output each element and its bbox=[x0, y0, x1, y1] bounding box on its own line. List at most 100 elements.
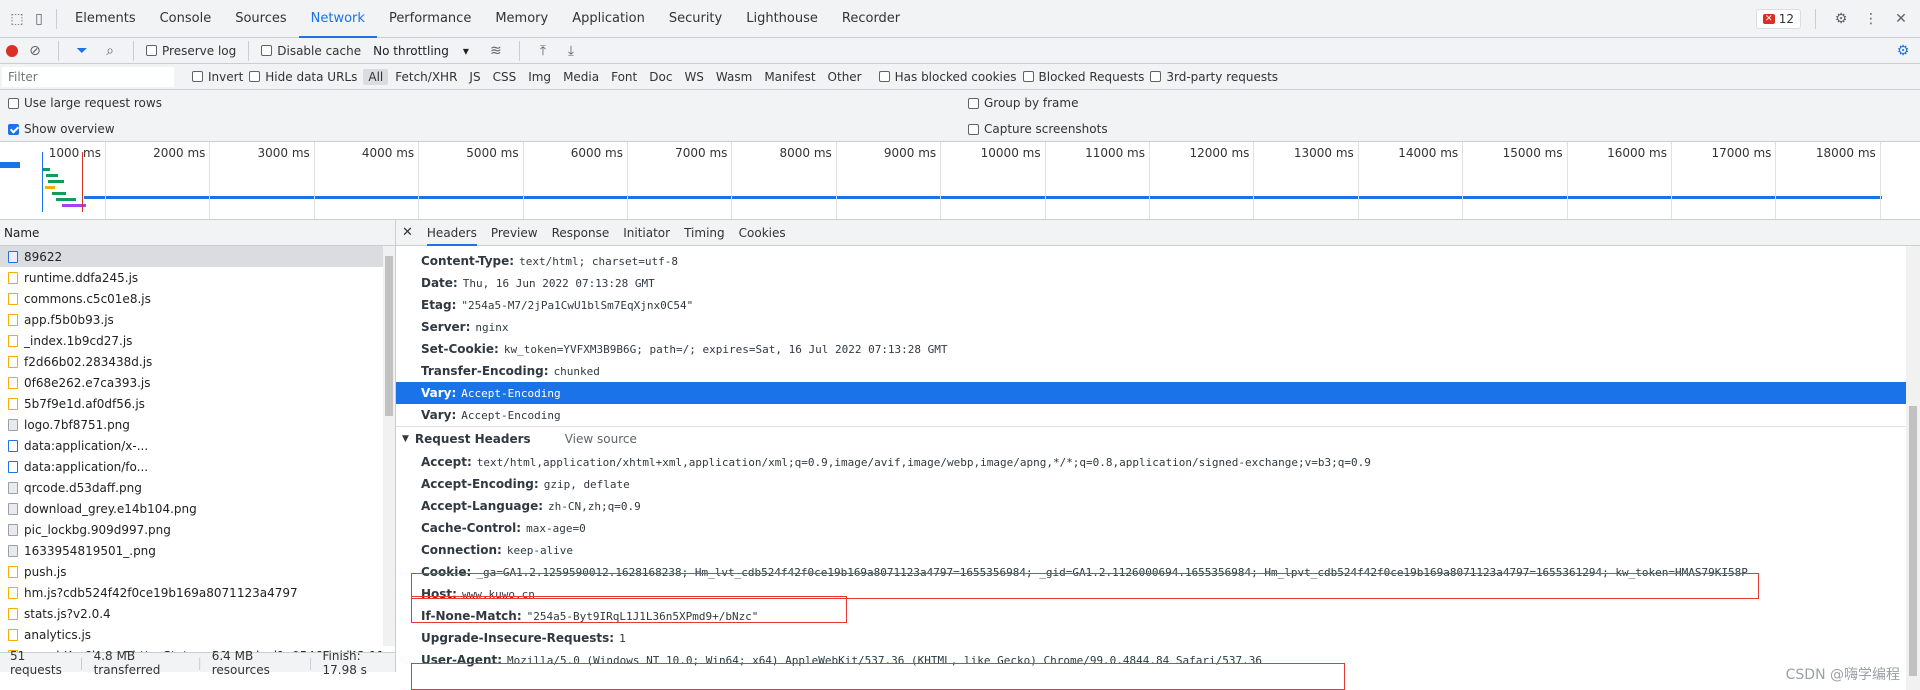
preserve-log-checkbox[interactable]: Preserve log bbox=[146, 44, 236, 58]
filter-input[interactable] bbox=[2, 66, 174, 87]
request-row[interactable]: runtime.ddfa245.js bbox=[0, 267, 395, 288]
request-row[interactable]: app.f5b0b93.js bbox=[0, 309, 395, 330]
type-filter-doc[interactable]: Doc bbox=[644, 69, 677, 85]
tab-preview[interactable]: Preview bbox=[491, 226, 538, 240]
request-headers-section[interactable]: ▼ Request Headers View source bbox=[396, 426, 1920, 451]
tab-performance[interactable]: Performance bbox=[377, 0, 483, 38]
export-har-icon[interactable]: ⤓ bbox=[560, 40, 582, 62]
request-row[interactable]: _index.1b9cd27.js bbox=[0, 330, 395, 351]
request-row[interactable]: push.js bbox=[0, 561, 395, 582]
inspect-element-icon[interactable]: ⬚ bbox=[6, 8, 28, 30]
request-row[interactable]: 0f68e262.e7ca393.js bbox=[0, 372, 395, 393]
header-row[interactable]: Server: nginx bbox=[396, 316, 1920, 338]
filter-icon[interactable]: ⏷ bbox=[71, 40, 93, 62]
view-source-link[interactable]: View source bbox=[565, 432, 637, 446]
header-row[interactable]: Connection: keep-alive bbox=[396, 539, 1920, 561]
header-row[interactable]: If-None-Match: "254a5-Byt9IRqL1J1L36n5XPm… bbox=[396, 605, 1920, 627]
header-row[interactable]: Vary: Accept-Encoding bbox=[396, 382, 1920, 404]
header-row[interactable]: Vary: Accept-Encoding bbox=[396, 404, 1920, 426]
type-filter-manifest[interactable]: Manifest bbox=[759, 69, 820, 85]
throttling-select[interactable]: No throttling ▾ bbox=[373, 44, 469, 58]
request-row[interactable]: logo.7bf8751.png bbox=[0, 414, 395, 435]
record-icon[interactable] bbox=[6, 44, 18, 57]
search-icon[interactable]: ⌕ bbox=[99, 40, 121, 62]
tab-lighthouse[interactable]: Lighthouse bbox=[734, 0, 830, 38]
tab-timing[interactable]: Timing bbox=[684, 226, 725, 240]
header-row[interactable]: Upgrade-Insecure-Requests: 1 bbox=[396, 627, 1920, 649]
header-row[interactable]: User-Agent: Mozilla/5.0 (Windows NT 10.0;… bbox=[396, 649, 1920, 671]
type-filter-css[interactable]: CSS bbox=[488, 69, 522, 85]
header-row[interactable]: Accept-Language: zh-CN,zh;q=0.9 bbox=[396, 495, 1920, 517]
capture-screenshots-checkbox[interactable]: Capture screenshots bbox=[968, 122, 1108, 136]
tab-sources[interactable]: Sources bbox=[223, 0, 298, 38]
tab-initiator[interactable]: Initiator bbox=[623, 226, 670, 240]
type-filter-ws[interactable]: WS bbox=[679, 69, 708, 85]
header-row[interactable]: Accept-Encoding: gzip, deflate bbox=[396, 473, 1920, 495]
tab-headers[interactable]: Headers bbox=[426, 220, 477, 246]
header-row[interactable]: Etag: "254a5-M7/2jPa1CwU1blSm7EqXjnx0C54" bbox=[396, 294, 1920, 316]
header-row[interactable]: Host: www.kuwo.cn bbox=[396, 583, 1920, 605]
gear-icon[interactable]: ⚙ bbox=[1830, 8, 1852, 30]
request-row[interactable]: commons.c5c01e8.js bbox=[0, 288, 395, 309]
third-party-checkbox[interactable]: 3rd-party requests bbox=[1150, 70, 1278, 84]
name-column-header[interactable]: Name bbox=[0, 220, 395, 246]
header-row[interactable]: Cookie: _ga=GA1.2.1259590012.1628168238; … bbox=[396, 561, 1920, 583]
tab-elements[interactable]: Elements bbox=[63, 0, 148, 38]
header-row[interactable]: Transfer-Encoding: chunked bbox=[396, 360, 1920, 382]
disable-cache-checkbox[interactable]: Disable cache bbox=[261, 44, 361, 58]
request-row[interactable]: 5b7f9e1d.af0df56.js bbox=[0, 393, 395, 414]
show-overview-checkbox[interactable]: Show overview bbox=[8, 122, 115, 136]
invert-checkbox[interactable]: Invert bbox=[192, 70, 243, 84]
import-har-icon[interactable]: ⤒ bbox=[532, 40, 554, 62]
large-rows-checkbox[interactable]: Use large request rows bbox=[8, 96, 162, 110]
request-row[interactable]: stats.js?v2.0.4 bbox=[0, 603, 395, 624]
request-row[interactable]: f2d66b02.283438d.js bbox=[0, 351, 395, 372]
tab-recorder[interactable]: Recorder bbox=[830, 0, 912, 38]
close-icon[interactable]: ✕ bbox=[402, 225, 413, 240]
request-row[interactable]: data:application/fo... bbox=[0, 456, 395, 477]
type-filter-fetchxhr[interactable]: Fetch/XHR bbox=[390, 69, 462, 85]
close-icon[interactable]: ✕ bbox=[1890, 8, 1912, 30]
scroll-thumb[interactable] bbox=[385, 256, 393, 416]
request-row[interactable]: data:application/x-... bbox=[0, 435, 395, 456]
request-row[interactable]: qrcode.d53daff.png bbox=[0, 477, 395, 498]
hide-data-urls-checkbox[interactable]: Hide data URLs bbox=[249, 70, 357, 84]
tab-application[interactable]: Application bbox=[560, 0, 657, 38]
type-filter-other[interactable]: Other bbox=[823, 69, 867, 85]
request-row[interactable]: download_grey.e14b104.png bbox=[0, 498, 395, 519]
tab-security[interactable]: Security bbox=[657, 0, 734, 38]
tab-network[interactable]: Network bbox=[298, 0, 377, 38]
group-by-frame-checkbox[interactable]: Group by frame bbox=[968, 96, 1078, 110]
request-row[interactable]: 1633954819501_.png bbox=[0, 540, 395, 561]
type-filter-wasm[interactable]: Wasm bbox=[711, 69, 757, 85]
header-row[interactable]: Content-Type: text/html; charset=utf-8 bbox=[396, 250, 1920, 272]
request-list-scrollbar[interactable] bbox=[383, 246, 395, 646]
request-row[interactable]: analytics.js bbox=[0, 624, 395, 645]
header-row[interactable]: Accept: text/html,application/xhtml+xml,a… bbox=[396, 451, 1920, 473]
type-filter-all[interactable]: All bbox=[363, 68, 389, 85]
error-count-badge[interactable]: ✕ 12 bbox=[1755, 8, 1801, 29]
clear-icon[interactable]: ⊘ bbox=[24, 40, 46, 62]
tab-response[interactable]: Response bbox=[552, 226, 610, 240]
tab-cookies[interactable]: Cookies bbox=[739, 226, 786, 240]
network-overview-timeline[interactable]: 1000 ms 2000 ms 3000 ms 4000 ms 5000 ms 6000 … bbox=[0, 142, 1920, 220]
type-filter-js[interactable]: JS bbox=[464, 69, 485, 85]
request-row[interactable]: hm.js?cdb524f42f0ce19b169a8071123a4797 bbox=[0, 582, 395, 603]
more-options-icon[interactable]: ⋮ bbox=[1860, 8, 1882, 30]
header-row[interactable]: Set-Cookie: kw_token=YVFXM3B9B6G; path=/;… bbox=[396, 338, 1920, 360]
request-row[interactable]: 89622 bbox=[0, 246, 395, 267]
tab-console[interactable]: Console bbox=[148, 0, 224, 38]
network-settings-gear-icon[interactable]: ⚙ bbox=[1892, 40, 1914, 62]
device-toolbar-icon[interactable]: ▯ bbox=[28, 8, 50, 30]
request-row[interactable]: pic_lockbg.909d997.png bbox=[0, 519, 395, 540]
has-blocked-cookies-checkbox[interactable]: Has blocked cookies bbox=[878, 70, 1017, 84]
type-filter-media[interactable]: Media bbox=[558, 69, 604, 85]
type-filter-img[interactable]: Img bbox=[523, 69, 556, 85]
scroll-thumb[interactable] bbox=[1909, 406, 1917, 676]
type-filter-font[interactable]: Font bbox=[606, 69, 642, 85]
details-scrollbar[interactable] bbox=[1906, 246, 1920, 690]
network-conditions-icon[interactable]: ≋ bbox=[485, 40, 507, 62]
blocked-requests-checkbox[interactable]: Blocked Requests bbox=[1022, 70, 1144, 84]
header-row[interactable]: Date: Thu, 16 Jun 2022 07:13:28 GMT bbox=[396, 272, 1920, 294]
header-row[interactable]: Cache-Control: max-age=0 bbox=[396, 517, 1920, 539]
